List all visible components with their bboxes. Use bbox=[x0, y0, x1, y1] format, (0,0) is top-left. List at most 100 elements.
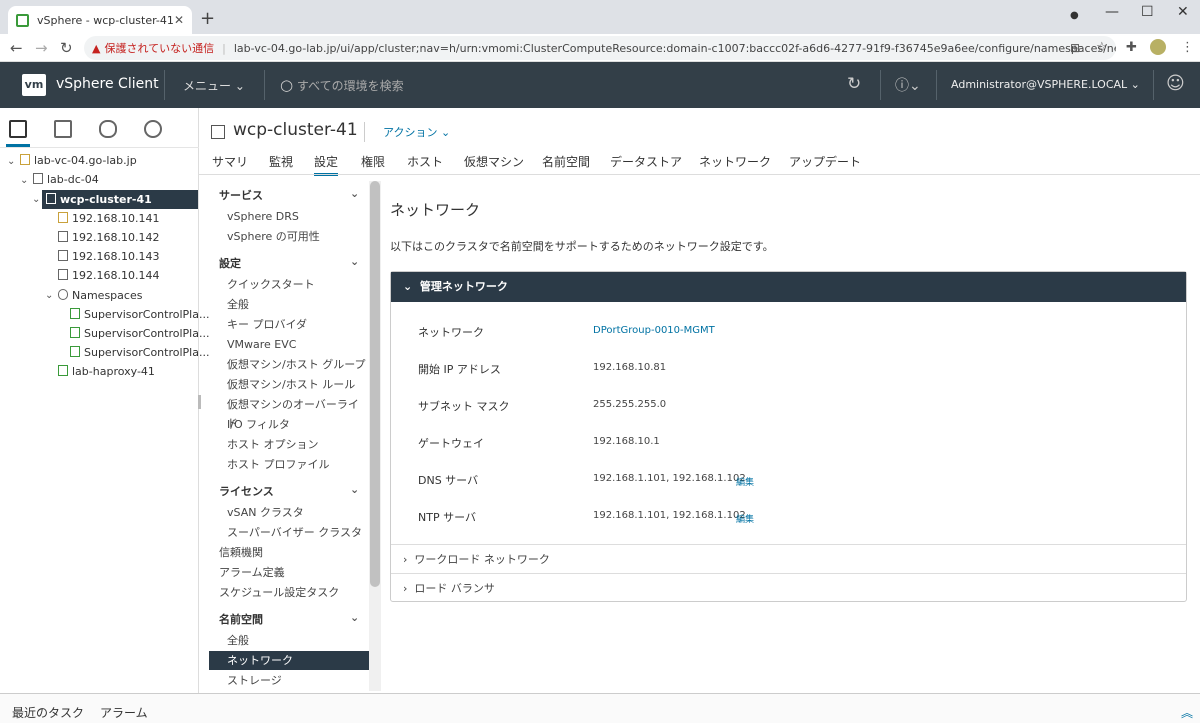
tree-label: lab-dc-04 bbox=[47, 173, 99, 186]
maximize-icon[interactable]: ☐ bbox=[1141, 4, 1154, 20]
settings-item[interactable]: 仮想マシン/ホスト グループ bbox=[209, 355, 369, 374]
settings-item[interactable]: vSphere DRS bbox=[209, 207, 369, 226]
panel-resize-handle[interactable] bbox=[198, 395, 201, 409]
inventory-view-tabs bbox=[0, 108, 199, 148]
user-menu[interactable]: Administrator@VSPHERE.LOCAL ⌄ bbox=[951, 78, 1140, 91]
close-window-icon[interactable]: ✕ bbox=[1177, 4, 1189, 20]
tree-item-host[interactable]: 192.168.10.144 bbox=[58, 266, 159, 285]
workload-network-section[interactable]: › ワークロード ネットワーク bbox=[391, 544, 1186, 573]
reload-icon[interactable]: ↻ bbox=[60, 39, 73, 57]
browser-tab[interactable]: vSphere - wcp-cluster-41 - 全般 ✕ bbox=[8, 6, 192, 34]
refresh-icon[interactable]: ↻ bbox=[847, 74, 861, 94]
tree-item-vm[interactable]: SupervisorControlPla... bbox=[70, 343, 209, 362]
chevron-down-icon[interactable]: ⌄ bbox=[45, 290, 53, 301]
tab-vms[interactable]: 仮想マシン bbox=[464, 153, 524, 170]
tab-namespaces[interactable]: 名前空間 bbox=[542, 153, 590, 170]
mgmt-network-header[interactable]: ⌄ 管理ネットワーク bbox=[391, 272, 1186, 302]
settings-item[interactable]: vSAN クラスタ bbox=[209, 503, 369, 522]
tab-summary[interactable]: サマリ bbox=[212, 153, 248, 170]
smiley-feedback-icon[interactable]: ☺ bbox=[1166, 73, 1185, 94]
settings-section-license[interactable]: ライセンス ⌄ bbox=[219, 483, 369, 499]
settings-item[interactable]: 仮想マシン/ホスト ルール bbox=[209, 375, 369, 394]
tab-configure[interactable]: 設定 bbox=[314, 153, 339, 176]
tree-item-namespaces[interactable]: Namespaces bbox=[58, 286, 142, 305]
settings-item[interactable]: キー プロバイダ bbox=[209, 315, 369, 334]
object-tabs: サマリ 監視 設定 権限 ホスト 仮想マシン 名前空間 データストア ネットワー… bbox=[199, 150, 1200, 176]
chevron-down-icon[interactable]: ⌄ bbox=[32, 194, 40, 205]
chevron-right-icon: › bbox=[403, 553, 408, 566]
settings-item[interactable]: 全般 bbox=[209, 631, 369, 650]
settings-item[interactable]: アラーム定義 bbox=[209, 563, 369, 582]
vms-templates-view-icon[interactable] bbox=[54, 120, 72, 138]
tree-item-cluster[interactable]: wcp-cluster-41 bbox=[42, 190, 198, 209]
settings-item[interactable]: クイックスタート bbox=[209, 275, 369, 294]
chevron-down-icon[interactable]: ⌄ bbox=[7, 156, 15, 167]
chevron-down-icon[interactable]: ⌄ bbox=[20, 175, 28, 186]
more-icon[interactable]: ⋮ bbox=[1181, 40, 1194, 55]
tree-item-datacenter[interactable]: lab-dc-04 bbox=[33, 170, 99, 189]
section-title: ロード バランサ bbox=[414, 582, 495, 595]
settings-item[interactable]: vSphere の可用性 bbox=[209, 227, 369, 246]
tree-item-host[interactable]: 192.168.10.142 bbox=[58, 228, 159, 247]
bookmark-star-icon[interactable]: ☆ bbox=[1096, 40, 1108, 55]
settings-section-config[interactable]: 設定 ⌄ bbox=[219, 255, 369, 271]
tab-monitor[interactable]: 監視 bbox=[269, 153, 293, 170]
tree-label: 192.168.10.141 bbox=[72, 212, 160, 225]
tree-item-vm[interactable]: SupervisorControlPla... bbox=[70, 305, 209, 324]
tree-item-vm[interactable]: SupervisorControlPla... bbox=[70, 324, 209, 343]
section-header: サービス bbox=[219, 189, 263, 202]
actions-menu[interactable]: アクション ⌄ bbox=[383, 124, 450, 140]
profile-menu-icon[interactable]: ● bbox=[1070, 10, 1079, 21]
section-header: ライセンス bbox=[219, 485, 274, 498]
expand-up-icon[interactable]: ︽ bbox=[1181, 704, 1193, 721]
url-separator: | bbox=[222, 41, 226, 55]
settings-item[interactable]: スーパーバイザー クラスタ bbox=[209, 523, 369, 542]
header-divider bbox=[164, 70, 165, 100]
back-icon[interactable]: ← bbox=[10, 39, 23, 57]
settings-item[interactable]: 全般 bbox=[209, 295, 369, 314]
url-field[interactable]: ▲ 保護されていない通信 | lab-vc-04.go-lab.jp/ui/ap… bbox=[84, 36, 1116, 60]
tab-networks[interactable]: ネットワーク bbox=[699, 153, 771, 170]
avatar[interactable] bbox=[1150, 39, 1166, 55]
minimize-icon[interactable]: — bbox=[1105, 4, 1119, 20]
settings-item-network-selected[interactable]: ネットワーク bbox=[209, 651, 369, 670]
tree-item-host[interactable]: 192.168.10.143 bbox=[58, 247, 159, 266]
translate-icon[interactable]: ⊞ bbox=[1070, 41, 1080, 55]
hosts-clusters-view-icon[interactable] bbox=[9, 120, 27, 138]
edit-ntp-link[interactable]: 編集 bbox=[736, 512, 754, 525]
alarms-tab[interactable]: アラーム bbox=[100, 704, 148, 721]
tab-permissions[interactable]: 権限 bbox=[361, 153, 385, 170]
settings-item[interactable]: ストレージ bbox=[209, 671, 369, 690]
settings-item[interactable]: スケジュール設定タスク bbox=[209, 583, 369, 602]
network-view-icon[interactable] bbox=[144, 120, 162, 138]
global-search-input[interactable]: ○ すべての環境を検索 bbox=[280, 76, 404, 94]
settings-scrollbar-thumb[interactable] bbox=[370, 181, 380, 587]
active-view-indicator bbox=[6, 144, 30, 147]
tab-datastores[interactable]: データストア bbox=[610, 153, 682, 170]
tab-hosts[interactable]: ホスト bbox=[407, 153, 443, 170]
settings-item[interactable]: ホスト プロファイル bbox=[209, 455, 369, 474]
menu-button[interactable]: メニュー ⌄ bbox=[183, 77, 245, 94]
settings-item[interactable]: 仮想マシンのオーバーライド bbox=[209, 395, 369, 430]
tab-updates[interactable]: アップデート bbox=[789, 153, 861, 170]
tree-item-vcenter[interactable]: lab-vc-04.go-lab.jp bbox=[20, 151, 137, 170]
network-link[interactable]: DPortGroup-0010-MGMT bbox=[593, 325, 715, 336]
new-tab-icon[interactable]: + bbox=[200, 8, 215, 29]
tree-item-host[interactable]: 192.168.10.141 bbox=[58, 209, 159, 228]
close-tab-icon[interactable]: ✕ bbox=[174, 13, 184, 27]
page-title: wcp-cluster-41 bbox=[233, 120, 358, 140]
settings-item[interactable]: ホスト オプション bbox=[209, 435, 369, 454]
extensions-icon[interactable]: ✚ bbox=[1126, 40, 1137, 55]
storage-view-icon[interactable] bbox=[99, 120, 117, 138]
load-balancer-section[interactable]: › ロード バランサ bbox=[391, 573, 1186, 602]
edit-dns-link[interactable]: 編集 bbox=[736, 475, 754, 488]
settings-item[interactable]: VMware EVC bbox=[209, 335, 369, 354]
recent-tasks-tab[interactable]: 最近のタスク bbox=[12, 704, 84, 721]
settings-section-namespaces[interactable]: 名前空間 ⌄ bbox=[219, 611, 369, 627]
tree-item-vm[interactable]: lab-haproxy-41 bbox=[58, 362, 155, 381]
settings-item[interactable]: 信頼機関 bbox=[209, 543, 369, 562]
help-icon[interactable]: ⓘ⌄ bbox=[895, 75, 921, 95]
settings-section-services[interactable]: サービス ⌄ bbox=[219, 187, 369, 203]
forward-icon[interactable]: → bbox=[35, 39, 48, 57]
settings-item[interactable]: I/O フィルタ bbox=[209, 415, 369, 434]
